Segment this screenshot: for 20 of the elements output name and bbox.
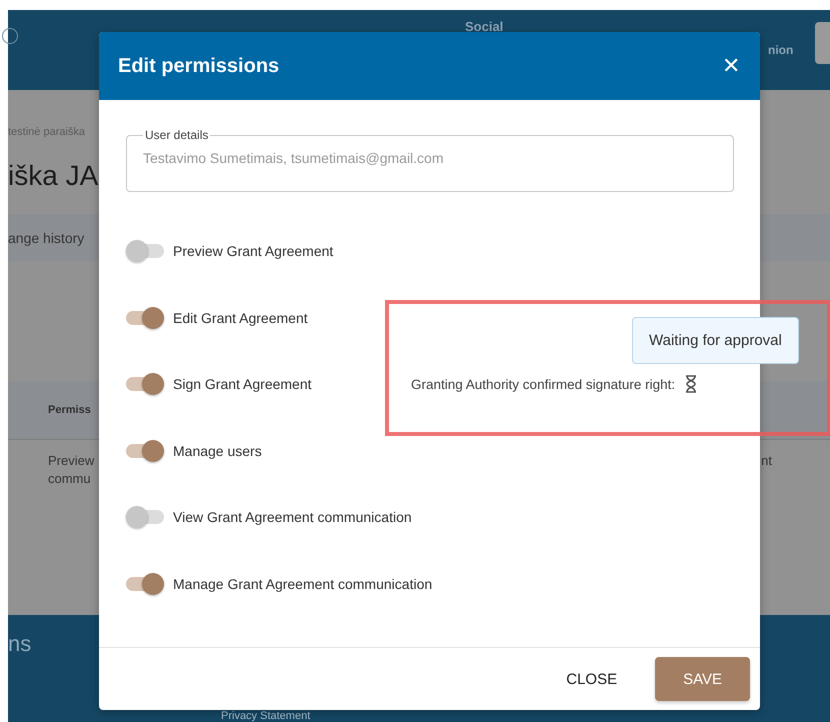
permission-label: Manage Grant Agreement communication bbox=[173, 576, 432, 592]
page-title: iška JA bbox=[8, 160, 100, 192]
nav-link[interactable]: nion bbox=[768, 43, 794, 57]
footer-heading: ns bbox=[8, 631, 32, 657]
permission-label: Manage users bbox=[173, 442, 262, 459]
tooltip: Waiting for approval bbox=[632, 317, 799, 364]
circle-icon[interactable] bbox=[2, 28, 18, 44]
close-button[interactable]: CLOSE bbox=[560, 670, 624, 688]
field-label: User details bbox=[145, 128, 208, 142]
permission-label: Preview Grant Agreement bbox=[173, 243, 334, 260]
permission-label: Edit Grant Agreement bbox=[173, 310, 308, 326]
hourglass-icon bbox=[685, 375, 698, 394]
table-cell-text: nt bbox=[761, 452, 772, 470]
save-button[interactable]: SAVE bbox=[655, 657, 750, 701]
table-cell: Preview commu bbox=[48, 452, 94, 488]
nav-link[interactable]: Social bbox=[465, 19, 504, 34]
dialog-title: Edit permissions bbox=[118, 54, 280, 78]
close-button[interactable]: ✕ bbox=[722, 53, 740, 79]
footer-link[interactable]: Privacy Statement bbox=[221, 710, 310, 722]
permission-label: View Grant Agreement communication bbox=[173, 509, 412, 526]
